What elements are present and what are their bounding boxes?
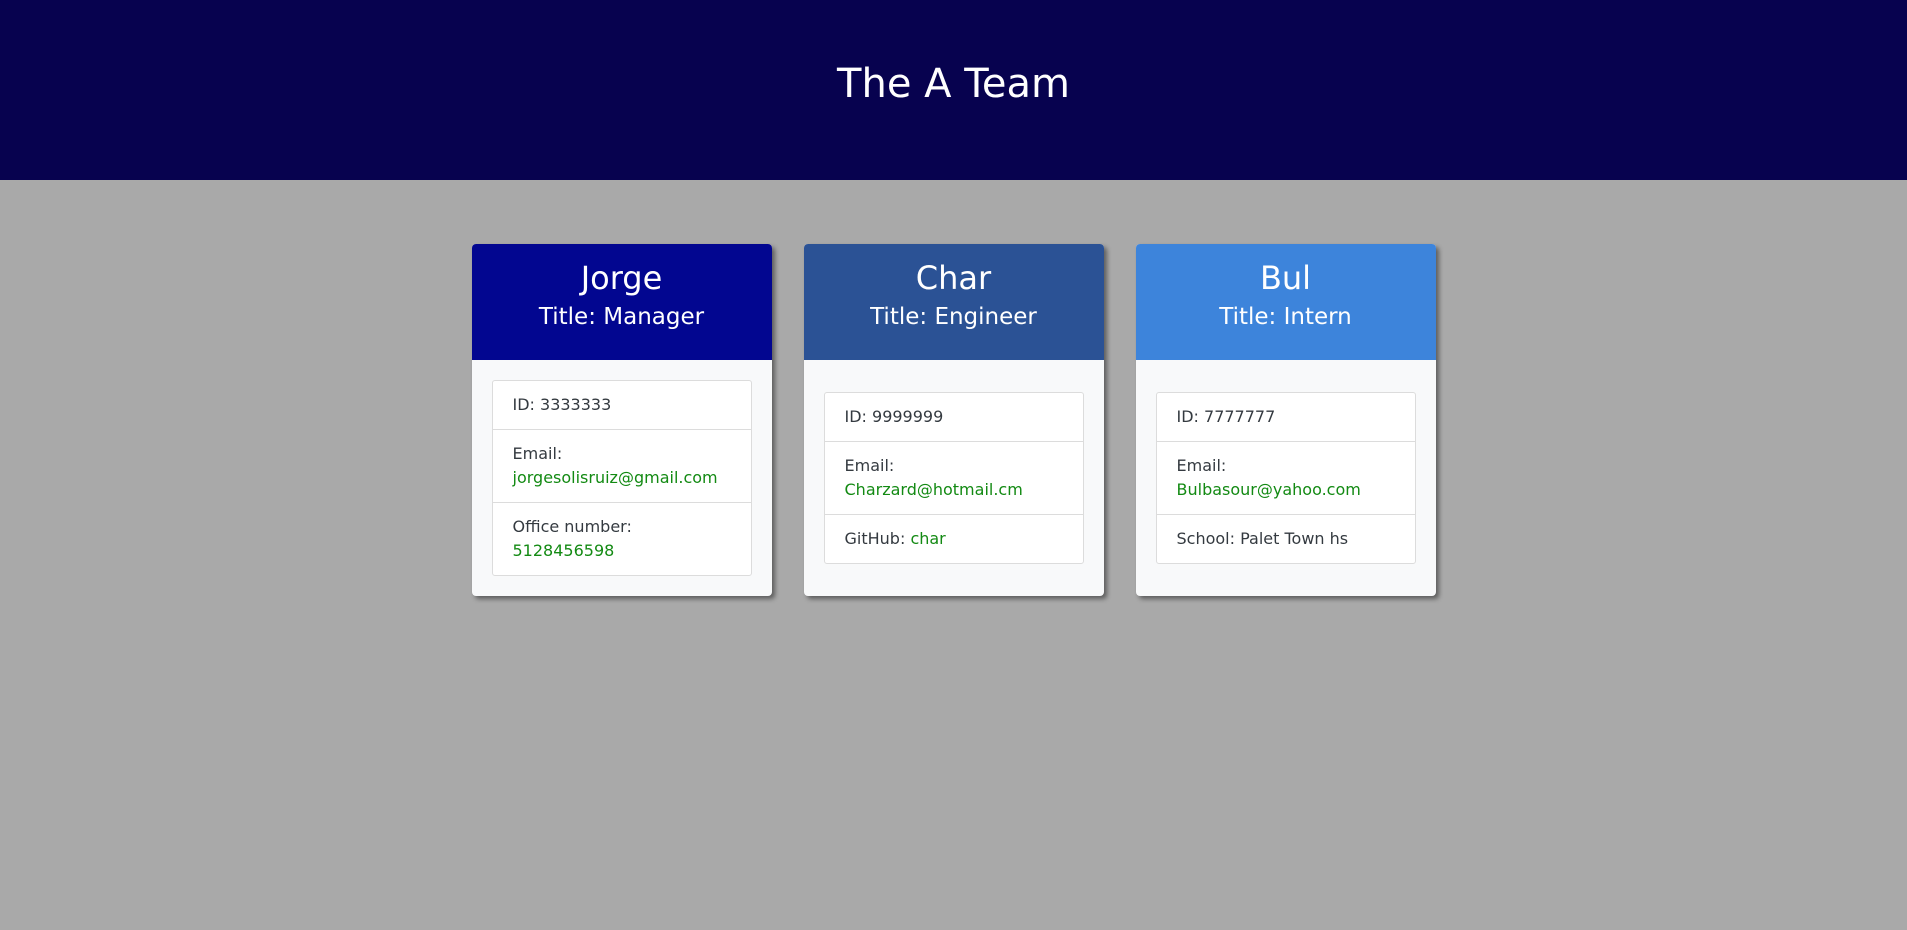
office-number-link[interactable]: 5128456598 [513,541,615,560]
employee-name: Jorge [580,259,663,297]
office-number: Office number: 5128456598 [492,502,751,575]
employee-email: Email: jorgesolisruiz@gmail.com [492,429,751,502]
employee-card-engineer: Char Title: Engineer ID: 9999999 Email: … [803,244,1104,596]
employee-title: Title: Engineer [870,304,1037,330]
info-list: ID: 9999999 Email: Charzard@hotmail.cm G… [823,392,1084,564]
card-body: ID: 9999999 Email: Charzard@hotmail.cm G… [804,360,1104,596]
employee-title: Title: Intern [1219,304,1352,330]
email-label: Email: [844,456,895,475]
email-link[interactable]: jorgesolisruiz@gmail.com [513,468,718,487]
employee-title: Title: Manager [538,304,705,330]
page-header: The A Team [0,0,1907,180]
employee-email: Email: Bulbasour@yahoo.com [1156,441,1415,514]
employee-id: ID: 3333333 [512,395,612,414]
school: School: Palet Town hs [1156,514,1415,563]
employee-card-manager: Jorge Title: Manager ID: 3333333 Email: … [471,244,772,596]
card-header: Char Title: Engineer [803,244,1104,360]
email-label: Email: [1176,456,1227,475]
github-link[interactable]: char [910,529,945,548]
employee-name: Char [915,259,992,297]
employee-cards: Jorge Title: Manager ID: 3333333 Email: … [0,244,1907,596]
office-number-label: Office number: [512,517,632,536]
page-title: The A Team [837,61,1070,107]
info-list: ID: 3333333 Email: jorgesolisruiz@gmail.… [491,380,752,576]
email-label: Email: [512,444,563,463]
info-list: ID: 7777777 Email: Bulbasour@yahoo.com S… [1155,392,1416,564]
employee-email: Email: Charzard@hotmail.cm [824,441,1083,514]
employee-name: Bul [1259,259,1312,297]
card-body: ID: 3333333 Email: jorgesolisruiz@gmail.… [472,360,772,596]
email-link[interactable]: Bulbasour@yahoo.com [1177,480,1361,499]
card-header: Bul Title: Intern [1135,244,1436,360]
card-body: ID: 7777777 Email: Bulbasour@yahoo.com S… [1136,360,1436,596]
email-link[interactable]: Charzard@hotmail.cm [845,480,1023,499]
github-label: GitHub: [844,529,906,548]
employee-id: ID: 7777777 [1176,407,1276,426]
card-header: Jorge Title: Manager [471,244,772,360]
github: GitHub: char [824,514,1083,563]
employee-card-intern: Bul Title: Intern ID: 7777777 Email: Bul… [1135,244,1436,596]
employee-id: ID: 9999999 [844,407,944,426]
